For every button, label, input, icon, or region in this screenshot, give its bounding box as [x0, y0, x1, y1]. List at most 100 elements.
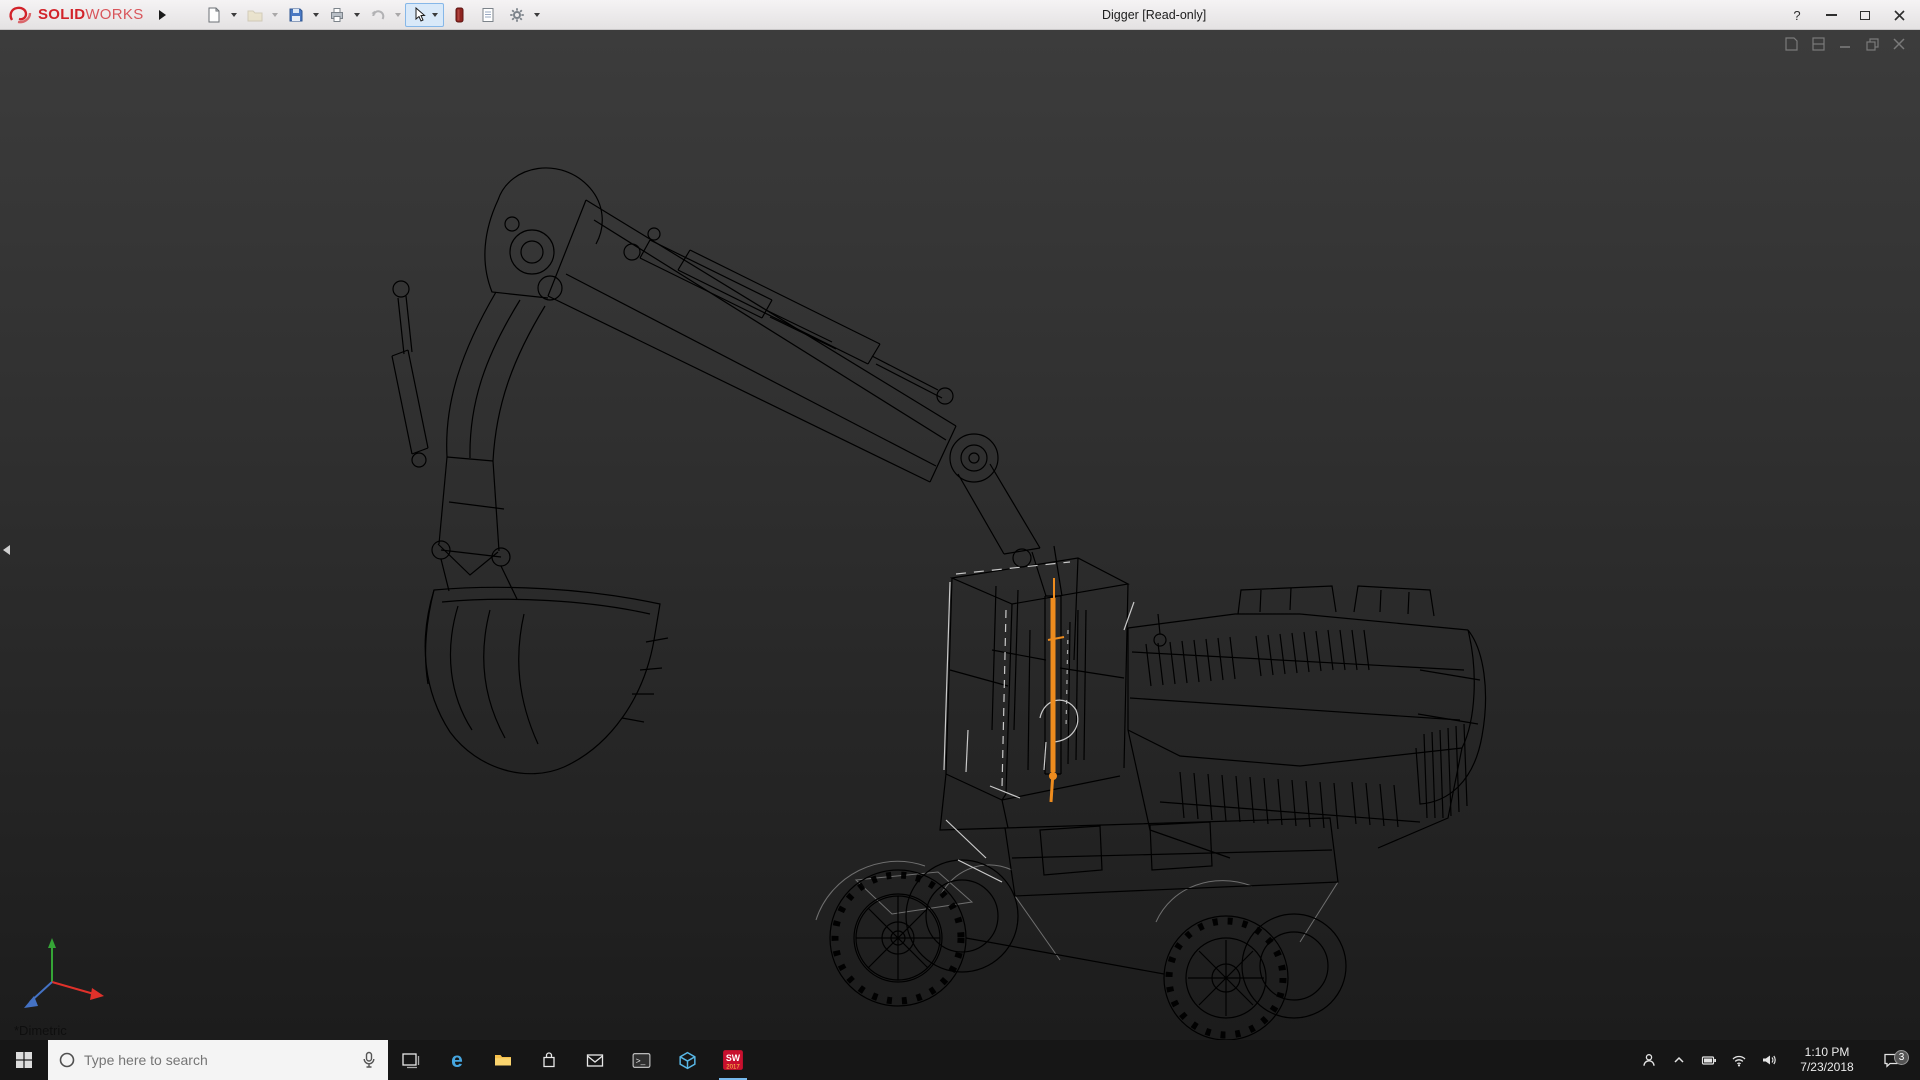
solidworks-app-icon: SW 2017	[722, 1049, 744, 1071]
close-button[interactable]	[1882, 0, 1916, 30]
triangle-left-icon	[3, 545, 10, 555]
options-dropdown[interactable]	[532, 4, 543, 26]
new-window-icon[interactable]	[1782, 36, 1800, 52]
undo-button[interactable]	[364, 3, 392, 27]
taskbar-app-task-view[interactable]	[388, 1040, 434, 1080]
new-document-button[interactable]	[200, 3, 228, 27]
battery-tray-button[interactable]	[1694, 1040, 1724, 1080]
solidworks-logo: SOLIDWORKS	[0, 5, 154, 25]
3d-builder-cube-icon	[677, 1050, 698, 1071]
wireframe-model	[0, 30, 1920, 1040]
taskbar-app-edge[interactable]: e	[434, 1040, 480, 1080]
taskbar-clock[interactable]: 1:10 PM 7/23/2018	[1784, 1045, 1870, 1075]
svg-text:2017: 2017	[726, 1064, 740, 1070]
taskbar-search[interactable]	[48, 1040, 388, 1080]
printer-icon	[326, 4, 348, 26]
minimize-icon	[1826, 14, 1837, 16]
windows-logo-icon	[15, 1051, 33, 1069]
logo-text-light: WORKS	[85, 6, 143, 23]
help-button[interactable]: ?	[1780, 0, 1814, 30]
graphics-area[interactable]: *Dimetric	[0, 30, 1920, 1040]
triangle-right-icon	[159, 10, 166, 20]
system-tray: 1:10 PM 7/23/2018 3	[1634, 1040, 1920, 1080]
store-bag-icon	[539, 1050, 559, 1070]
orientation-triad[interactable]	[14, 932, 110, 1014]
svg-text:>_: >_	[635, 1055, 645, 1065]
undo-arrow-icon	[367, 4, 389, 26]
main-toolbar	[200, 3, 543, 27]
wireframe-edges	[392, 168, 1486, 1040]
file-properties-icon	[477, 4, 499, 26]
select-cursor-icon	[408, 4, 430, 26]
select-tool-dropdown[interactable]	[430, 4, 441, 26]
options-button[interactable]	[503, 3, 531, 27]
doc-restore-button[interactable]	[1863, 36, 1881, 52]
network-tray-button[interactable]	[1724, 1040, 1754, 1080]
document-window-controls	[1782, 36, 1908, 52]
start-button[interactable]	[0, 1040, 48, 1080]
svg-text:SW: SW	[726, 1053, 741, 1063]
doc-close-button[interactable]	[1890, 36, 1908, 52]
search-input[interactable]	[84, 1052, 352, 1068]
ds-swirl-icon	[8, 5, 34, 25]
hidden-icons-button[interactable]	[1664, 1040, 1694, 1080]
volume-tray-button[interactable]	[1754, 1040, 1784, 1080]
triad-x-axis	[90, 988, 104, 1000]
task-view-icon	[401, 1050, 421, 1070]
windows-taskbar: e >_ SW 2017	[0, 1040, 1920, 1080]
taskbar-app-3d-builder[interactable]	[664, 1040, 710, 1080]
wireframe-highlight-edges	[944, 562, 1134, 882]
document-title: Digger [Read-only]	[1102, 0, 1206, 30]
open-document-dropdown[interactable]	[270, 4, 281, 26]
triad-y-axis	[48, 938, 56, 948]
wifi-icon	[1731, 1052, 1747, 1068]
command-prompt-icon: >_	[631, 1050, 652, 1071]
open-document-button[interactable]	[241, 3, 269, 27]
microphone-icon[interactable]	[360, 1051, 378, 1069]
doc-minimize-button[interactable]	[1836, 36, 1854, 52]
save-dropdown[interactable]	[311, 4, 322, 26]
taskbar-app-store[interactable]	[526, 1040, 572, 1080]
split-window-icon[interactable]	[1809, 36, 1827, 52]
edit-appearance-button[interactable]	[445, 3, 473, 27]
mail-envelope-icon	[585, 1050, 605, 1070]
speaker-icon	[1761, 1052, 1777, 1068]
people-icon	[1641, 1052, 1657, 1068]
taskbar-app-command-prompt[interactable]: >_	[618, 1040, 664, 1080]
taskbar-app-solidworks[interactable]: SW 2017	[710, 1040, 756, 1080]
file-properties-button[interactable]	[474, 3, 502, 27]
appearance-swatch-icon	[448, 4, 470, 26]
undo-dropdown[interactable]	[393, 4, 404, 26]
view-orientation-label: *Dimetric	[14, 1023, 67, 1038]
battery-icon	[1701, 1052, 1718, 1068]
window-controls: ?	[1780, 0, 1916, 30]
maximize-icon	[1860, 11, 1870, 20]
menu-expand-arrow[interactable]	[154, 4, 172, 26]
chevron-up-icon	[1671, 1052, 1687, 1068]
action-center-button[interactable]: 3	[1870, 1051, 1912, 1069]
new-document-dropdown[interactable]	[229, 4, 240, 26]
titlebar: SOLIDWORKS	[0, 0, 1920, 30]
edge-browser-icon: e	[445, 1048, 469, 1072]
notification-badge: 3	[1894, 1050, 1909, 1065]
options-gear-icon	[506, 4, 528, 26]
people-tray-button[interactable]	[1634, 1040, 1664, 1080]
close-icon	[1894, 10, 1905, 21]
cortana-circle-icon	[58, 1051, 76, 1069]
taskbar-app-file-explorer[interactable]	[480, 1040, 526, 1080]
print-button[interactable]	[323, 3, 351, 27]
select-tool-button[interactable]	[405, 3, 444, 27]
file-explorer-icon	[493, 1050, 513, 1070]
clock-time: 1:10 PM	[1805, 1045, 1850, 1060]
clock-date: 7/23/2018	[1800, 1060, 1853, 1075]
maximize-button[interactable]	[1848, 0, 1882, 30]
new-document-icon	[203, 4, 225, 26]
minimize-button[interactable]	[1814, 0, 1848, 30]
wireframe-light-edges	[816, 861, 1338, 960]
save-button[interactable]	[282, 3, 310, 27]
feature-panel-expand-tab[interactable]	[0, 535, 12, 565]
print-dropdown[interactable]	[352, 4, 363, 26]
logo-text-bold: SOLID	[38, 6, 85, 23]
taskbar-app-mail[interactable]	[572, 1040, 618, 1080]
svg-text:e: e	[451, 1049, 463, 1072]
